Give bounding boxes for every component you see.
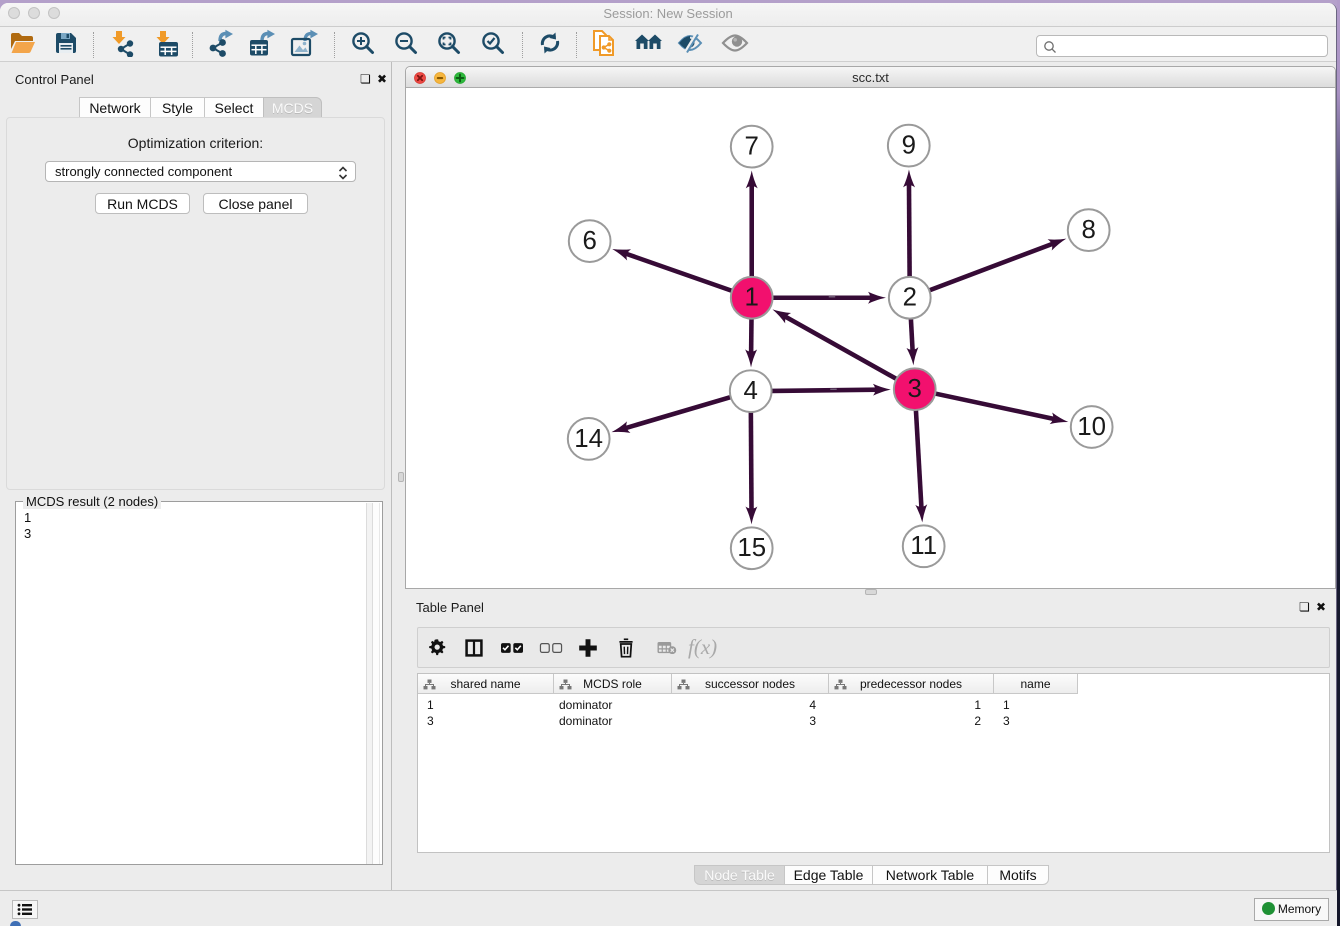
svg-text:7: 7 bbox=[745, 133, 759, 161]
svg-text:10: 10 bbox=[1077, 413, 1106, 441]
svg-text:1: 1 bbox=[745, 284, 759, 312]
svg-text:8: 8 bbox=[1082, 216, 1096, 244]
svg-text:6: 6 bbox=[582, 227, 596, 255]
svg-text:14: 14 bbox=[574, 425, 603, 453]
svg-text:4: 4 bbox=[744, 377, 758, 405]
svg-text:15: 15 bbox=[737, 534, 766, 562]
svg-text:3: 3 bbox=[908, 375, 922, 403]
svg-text:2: 2 bbox=[903, 284, 917, 312]
svg-text:9: 9 bbox=[902, 132, 916, 160]
svg-text:11: 11 bbox=[910, 532, 937, 560]
